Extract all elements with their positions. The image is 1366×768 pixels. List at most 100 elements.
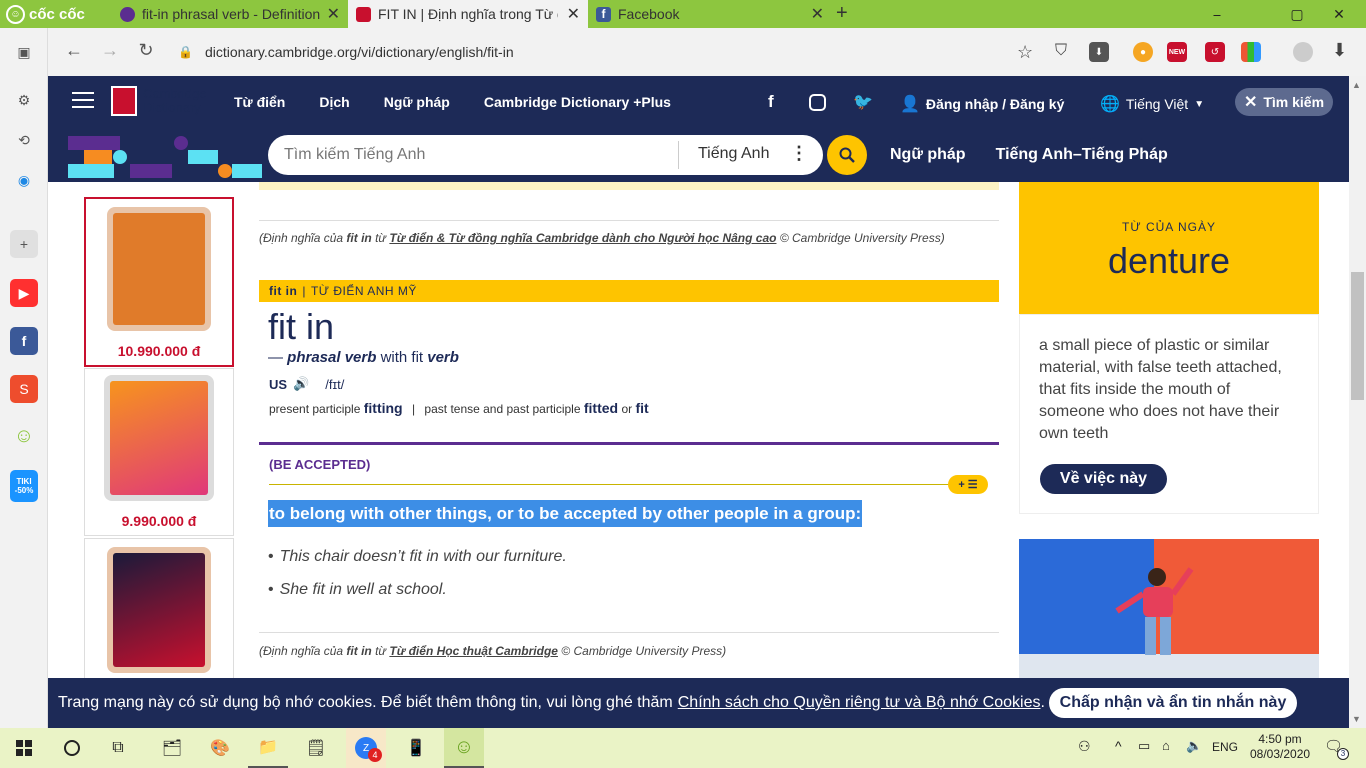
download-ext-icon[interactable]: ⬇ [1089,42,1109,62]
tab-cambridge-active[interactable]: FIT IN | Định nghĩa trong Từ đ ✕ [348,0,588,28]
tab-close-icon[interactable]: ✕ [327,4,340,24]
search-input[interactable]: Tìm kiếm Tiếng Anh [284,146,425,164]
shield-icon[interactable]: ⛉ [1055,42,1067,60]
search-dictionary-select[interactable]: Tiếng Anh [698,145,769,163]
inflection-label: present participle [269,402,361,416]
twitter-icon[interactable]: 🐦 [853,92,873,112]
hamburger-menu-icon[interactable] [72,92,94,108]
maximize-button[interactable]: ▢ [1276,0,1318,28]
back-icon[interactable]: ← [62,40,86,61]
bookmark-star-icon[interactable]: ☆ [1017,42,1033,63]
tab-fit-in-definition[interactable]: fit-in phrasal verb - Definition ✕ [112,0,348,28]
search-circle-icon[interactable] [52,728,92,768]
network-icon[interactable]: ⌂ [1162,738,1170,753]
file-explorer-icon[interactable]: 📁 [248,728,288,768]
minimize-button[interactable]: ⎯ [1196,0,1238,28]
promo-photo[interactable] [1019,539,1319,679]
volume-icon[interactable]: 🔈 [1186,738,1202,754]
mobile-app-icon[interactable]: 📱 [396,728,436,768]
settings-icon[interactable]: ⚙ [10,86,38,114]
sense-line [269,484,959,485]
language-selector[interactable]: 🌐 Tiếng Việt ▼ [1100,94,1204,114]
sub-nav-en-fr[interactable]: Tiếng Anh–Tiếng Pháp [996,146,1168,164]
avatar[interactable] [1293,42,1313,62]
sub-nav-grammar[interactable]: Ngữ pháp [890,146,966,164]
facebook-icon[interactable]: f [10,327,38,355]
login-link[interactable]: 👤 Đăng nhập / Đăng ký [900,94,1064,114]
coccoc-taskbar-icon[interactable]: ☺ [444,728,484,768]
promo-image [1019,539,1319,679]
reload-icon[interactable]: ↻ [134,40,158,61]
history-icon[interactable]: ⟲ [10,126,38,154]
shopee-icon[interactable]: S [10,375,38,403]
scroll-up-icon[interactable]: ▲ [1352,80,1361,90]
add-icon[interactable]: + [10,230,38,258]
coccoc-icon[interactable]: ☺ [10,422,38,450]
tiki-icon[interactable]: TIKI -50% [10,470,38,502]
source-dictionary-link[interactable]: Từ điển & Từ đồng nghĩa Cambridge dành c… [389,231,776,245]
cambridge-shield-icon [111,86,137,116]
input-language[interactable]: ENG [1212,740,1238,754]
wotd-word[interactable]: denture [1019,240,1319,282]
inflection-word: fit [635,400,649,416]
source-suffix: © Cambridge University Press) [779,231,945,245]
instagram-icon[interactable] [809,94,826,111]
facebook-icon[interactable]: f [768,92,774,112]
people-icon[interactable]: ⚇ [1078,738,1091,755]
ipa: /fɪt/ [325,376,345,392]
zalo-icon[interactable]: Z 4 [346,728,386,768]
tab-facebook[interactable]: f Facebook ✕ [588,0,832,28]
browser-brand: cốc cốc [29,5,85,23]
notification-count: 3 [1337,748,1349,760]
red-ext-icon[interactable]: ↺ [1205,42,1225,62]
deco-block [113,150,127,164]
new-tab-button[interactable]: + [836,2,848,25]
ad-product-ipad-gold[interactable]: 10.990.000 đ [84,197,234,367]
more-options-icon[interactable]: ⋮ [790,143,808,164]
coccoc-ext-icon[interactable]: ● [1133,42,1153,62]
nav-translate[interactable]: Dịch [319,94,349,110]
tab-close-icon[interactable]: ✕ [567,4,580,24]
coccoc-logo[interactable]: ☺ cốc cốc [6,4,106,24]
tab-close-icon[interactable]: ✕ [811,4,824,24]
add-to-list-button[interactable]: + ☰ [948,475,988,494]
app-gallery-icon[interactable]: 🗂 [152,728,192,768]
paint-icon[interactable]: 🎨 [200,728,240,768]
accept-cookies-button[interactable]: Chấp nhận và ẩn tin nhắn này [1049,688,1297,718]
cambridge-logo[interactable]: Cambridge Dictionary [111,86,207,116]
nav-plus[interactable]: Cambridge Dictionary +Plus [484,94,671,110]
speaker-icon[interactable]: 🔊 [293,376,309,392]
sidebar-toggle-icon[interactable]: ▣ [10,38,38,66]
messenger-icon[interactable]: ◉ [10,166,38,194]
sticky-notes-icon[interactable]: 🗒 [296,728,336,768]
wotd-about-button[interactable]: Về việc này [1040,464,1167,494]
close-window-button[interactable]: ✕ [1318,0,1360,28]
new-ext-icon[interactable]: NEW [1167,42,1187,62]
nav-grammar[interactable]: Ngữ pháp [384,94,450,110]
search-button[interactable] [827,135,867,175]
ad-product-ipad-silver[interactable]: 9.990.000 đ [84,368,234,536]
nav-dictionary[interactable]: Từ điển [234,94,285,110]
scroll-down-icon[interactable]: ▼ [1352,714,1361,724]
page-scrollbar[interactable] [1349,76,1366,728]
windows-start-icon[interactable] [4,728,44,768]
url-text: dictionary.cambridge.org/vi/dictionary/e… [204,44,514,60]
download-icon[interactable]: ⬇ [1332,40,1347,61]
forward-icon[interactable]: → [98,40,122,61]
cookie-policy-link[interactable]: Chính sách cho Quyền riêng tư và Bộ nhớ … [678,694,1041,712]
ad-product-ipad-rose[interactable] [84,538,234,678]
globe-icon: 🌐 [1100,96,1120,113]
task-view-icon[interactable]: ⧉ [98,728,138,768]
clock[interactable]: 4:50 pm 08/03/2020 [1250,732,1310,762]
url-field[interactable]: 🔒 dictionary.cambridge.org/vi/dictionary… [170,34,1120,70]
color-ext-icon[interactable] [1241,42,1261,62]
tab-title: FIT IN | Định nghĩa trong Từ đ [378,6,558,22]
scrollbar-thumb[interactable] [1351,272,1364,400]
word-of-day-card: TỪ CỦA NGÀY denture [1019,182,1319,314]
youtube-icon[interactable]: ▶ [10,279,38,307]
source-from: từ [375,231,387,245]
source-dictionary-link[interactable]: Từ điển Học thuật Cambridge [389,644,558,658]
battery-icon[interactable]: ▭ [1138,738,1150,754]
search-toggle-button[interactable]: ✕ Tìm kiếm [1235,88,1333,116]
chevron-up-icon[interactable]: ^ [1115,738,1122,754]
